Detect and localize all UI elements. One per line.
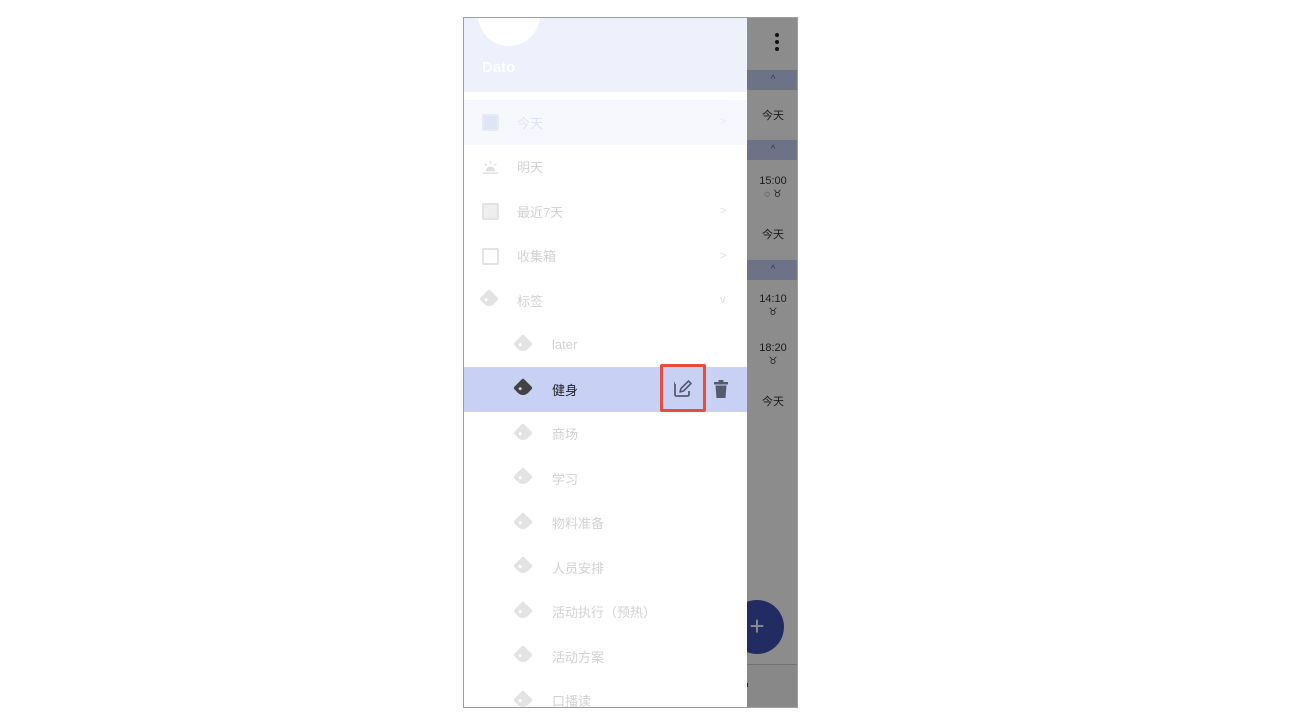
tag-item-materials[interactable]: 物料准备 [464,501,747,546]
sunrise-icon [482,160,499,174]
tag-label: 人员安排 [552,560,605,576]
tag-item-fitness[interactable]: 健身 [464,364,747,412]
tags-icon [479,289,499,309]
tag-item-event-execution[interactable]: 活动执行（预热） [464,590,747,635]
tag-icon [513,689,533,707]
tag-label: 口播读 [552,694,592,708]
sidebar-item-label: 今天 [517,115,544,131]
sidebar-item-today[interactable]: 今天 > [464,100,747,145]
drawer-header: Dato [464,18,747,92]
tag-label: later [552,337,578,353]
sidebar-item-inbox[interactable]: 收集箱 > [464,234,747,279]
calendar-today-icon [482,114,499,131]
tag-item-study[interactable]: 学习 [464,456,747,501]
sidebar-item-label: 明天 [517,160,544,176]
navigation-drawer: Dato 今天 > 明天 最近7天 > 收集箱 > 标签 v later 健身 … [464,18,747,708]
tag-item-later[interactable]: later [464,323,747,368]
inbox-icon [482,247,499,265]
sidebar-item-tomorrow[interactable]: 明天 [464,145,747,190]
chevron-right-icon: > [720,116,727,129]
tag-icon [513,333,533,354]
drawer-menu: 今天 > 明天 最近7天 > 收集箱 > 标签 v later 健身 商场 学习… [464,100,747,708]
sidebar-item-label: 收集箱 [517,249,557,265]
tag-icon [513,511,533,532]
sidebar-item-label: 标签 [517,293,544,309]
username: Dato [482,59,516,76]
avatar[interactable] [478,18,540,46]
tag-item-staffing[interactable]: 人员安排 [464,545,747,590]
sidebar-item-tags[interactable]: 标签 v [464,278,747,323]
tag-label: 活动方案 [552,649,605,665]
tag-label: 健身 [552,382,579,398]
tag-icon [513,467,533,487]
chevron-right-icon: > [720,249,727,262]
tag-item-event-plan[interactable]: 活动方案 [464,634,747,679]
delete-icon[interactable] [710,378,732,400]
tag-label: 物料准备 [552,516,605,532]
sidebar-item-next-7-days[interactable]: 最近7天 > [464,189,747,234]
edit-icon[interactable] [672,378,694,400]
tag-label: 商场 [552,427,579,443]
tag-label: 学习 [552,471,579,487]
tag-item-voiceover[interactable]: 口播读 [464,679,747,708]
tag-icon [513,378,533,398]
tag-icon [513,645,533,665]
calendar-week-icon [482,203,499,220]
phone-screen: ^ 今天 ^ 15:00 ◌ ♉ 今天 ^ 14:10 ♉ 18:20 ♉ 今天… [463,17,798,708]
tag-label: 活动执行（预热） [552,605,657,621]
chevron-down-icon: v [720,294,726,307]
chevron-right-icon: > [720,205,727,218]
tag-item-mall[interactable]: 商场 [464,412,747,457]
tag-icon [513,422,533,443]
tag-icon [513,600,533,621]
tag-icon [513,556,533,576]
sidebar-item-label: 最近7天 [517,204,564,220]
